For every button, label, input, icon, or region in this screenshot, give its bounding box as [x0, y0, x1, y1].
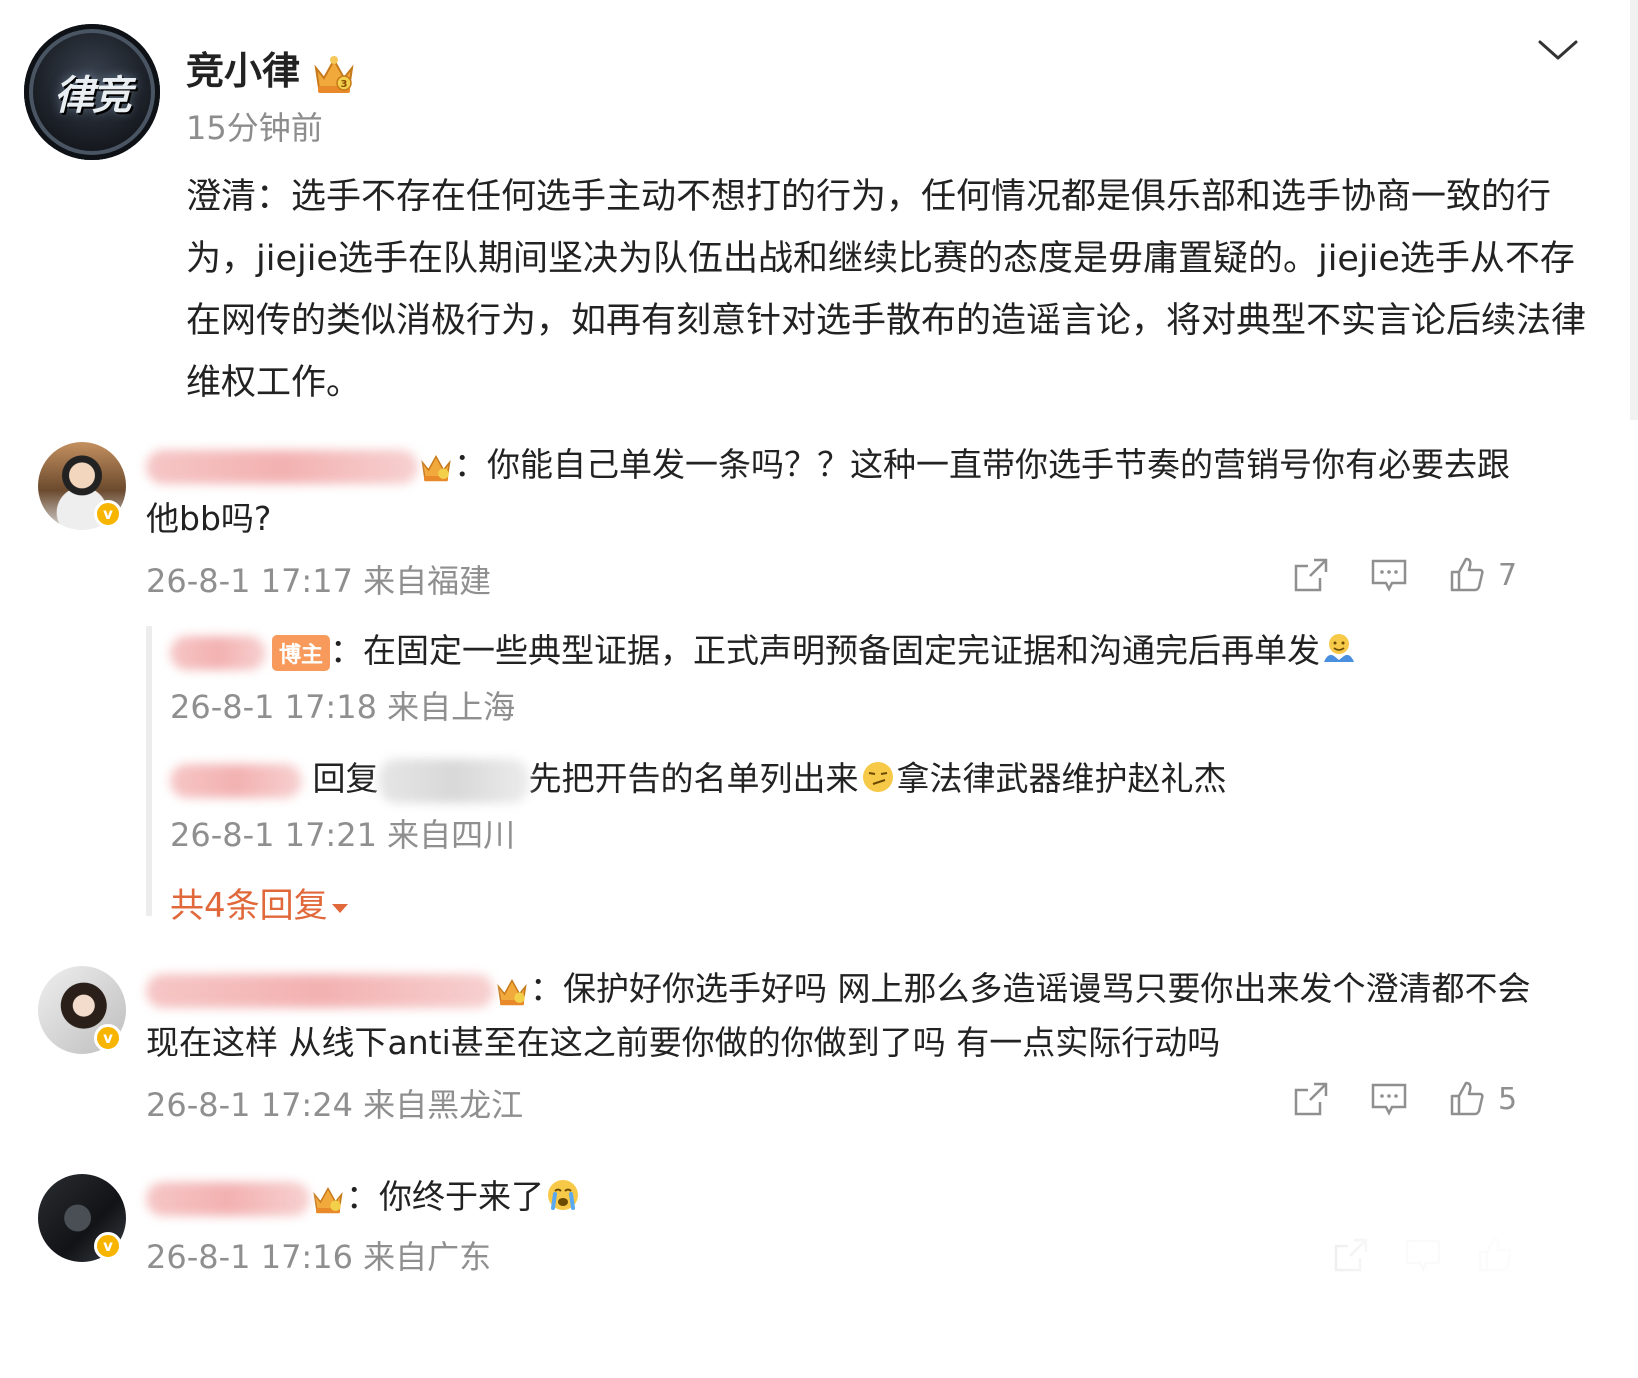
comment-1: ：你能自己单发一条吗？？这种一直带你选手节奏的营销号你有必要去跟 他bb吗? [146, 438, 1546, 546]
crown-badge-icon [494, 974, 530, 1008]
comment-actions [1330, 1232, 1516, 1278]
hug-emoji-icon [1324, 634, 1355, 662]
comment-3: ：你终于来了 [146, 1170, 1146, 1224]
author-name[interactable]: 竞小律 [186, 49, 300, 93]
commenter-name-blurred[interactable] [146, 449, 418, 484]
reply-2: 回复 先把开告的名单列出来 拿法律武器维护赵礼杰 [170, 752, 1227, 803]
verified-badge-icon: v [94, 1024, 122, 1052]
crown-badge-icon [418, 450, 454, 484]
share-icon[interactable] [1330, 1234, 1372, 1276]
post-time: 15分钟前 [186, 109, 323, 147]
comment-meta: 26-8-1 17:16 来自广东 [146, 1238, 492, 1276]
comment-text-line1: ：保护好你选手好吗 网上那么多造谣谩骂只要你出来发个澄清都不会 [530, 969, 1531, 1008]
comment-meta: 26-8-1 17:24 来自黑龙江 [146, 1086, 524, 1124]
comment-text-line2: 现在这样 从线下anti甚至在这之前要你做的你做到了吗 有一点实际行动吗 [146, 1023, 1221, 1062]
like-icon [1450, 1081, 1484, 1116]
like-count: 5 [1498, 1081, 1518, 1117]
reply-thread-bar [146, 626, 152, 916]
reply-text-part1: 先把开告的名单列出来 [528, 759, 859, 798]
reply-author-blurred[interactable] [170, 635, 266, 670]
commenter-name-blurred[interactable] [146, 1181, 310, 1216]
reply-meta: 26-8-1 17:21 来自四川 [170, 816, 516, 854]
like-icon [1450, 557, 1484, 592]
crown-badge-icon: 3 [310, 52, 358, 96]
svg-text:3: 3 [341, 79, 348, 90]
crown-badge-icon [310, 1182, 346, 1216]
caret-down-icon [331, 903, 348, 913]
comment-2: ：保护好你选手好吗 网上那么多造谣谩骂只要你出来发个澄清都不会 现在这样 从线下… [146, 962, 1546, 1070]
reply-text-part2: 拿法律武器维护赵礼杰 [896, 759, 1227, 798]
host-tag: 博主 [272, 634, 331, 671]
like-count: 7 [1498, 557, 1518, 593]
verified-badge-icon: v [94, 500, 122, 528]
comment-actions: 5 [1290, 1076, 1517, 1122]
more-replies-label: 共4条回复 [170, 886, 328, 926]
like-button[interactable]: 5 [1446, 1078, 1517, 1120]
share-icon[interactable] [1290, 1078, 1332, 1120]
crying-emoji-icon [548, 1180, 578, 1210]
reply-1: 博主 ：在固定一些典型证据，正式声明预备固定完证据和沟通完后再单发 [170, 624, 1358, 672]
author-avatar[interactable]: 律竞 [24, 24, 160, 160]
comment-text-line1: ：你终于来了 [346, 1177, 544, 1216]
comment-text-line1: ：你能自己单发一条吗？？这种一直带你选手节奏的营销号你有必要去跟 [454, 445, 1510, 484]
reply-author-blurred[interactable] [170, 763, 302, 798]
share-icon[interactable] [1290, 554, 1332, 596]
like-button[interactable]: 7 [1446, 554, 1517, 596]
reply-word: 回复 [312, 759, 379, 798]
comment-meta: 26-8-1 17:17 来自福建 [146, 562, 492, 600]
commenter-name-blurred[interactable] [146, 973, 494, 1008]
smirk-emoji-icon [862, 762, 893, 792]
post-body: 澄清：选手不存在任何选手主动不想打的行为，任何情况都是俱乐部和选手协商一致的行为… [186, 177, 1587, 403]
like-icon[interactable] [1474, 1234, 1516, 1276]
reply-text: ：在固定一些典型证据，正式声明预备固定完证据和沟通完后再单发 [330, 631, 1321, 670]
scrollbar-track[interactable] [1630, 0, 1638, 420]
reply-meta: 26-8-1 17:18 来自上海 [170, 688, 516, 726]
comment-text-line2: 他bb吗? [146, 499, 272, 538]
avatar-logo-text: 律竞 [54, 73, 132, 119]
more-replies-link[interactable]: 共4条回复 [170, 878, 352, 927]
author-name-row: 竞小律 3 [186, 40, 358, 96]
verified-badge-icon: v [94, 1232, 122, 1260]
comment-actions: 7 [1290, 552, 1517, 598]
comment-icon[interactable] [1402, 1234, 1444, 1276]
reply-target-blurred[interactable] [378, 758, 529, 803]
comment-icon[interactable] [1368, 554, 1410, 596]
chevron-down-icon[interactable] [1536, 34, 1580, 64]
comment-icon[interactable] [1368, 1078, 1410, 1120]
